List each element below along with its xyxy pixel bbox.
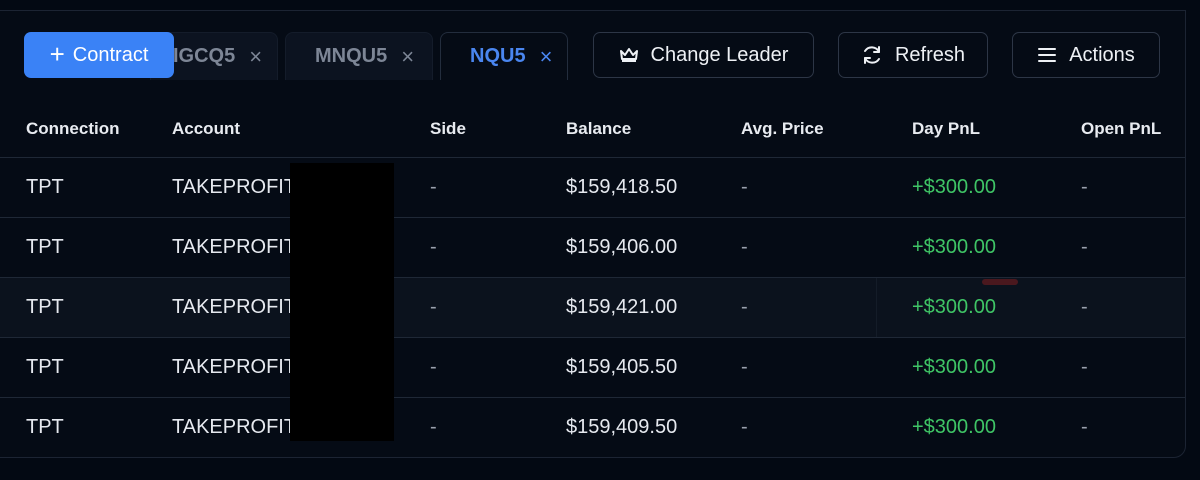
cell-balance: $159,421.00	[566, 296, 678, 318]
cell-avg-price: -	[741, 236, 748, 258]
column-header-balance[interactable]: Balance	[566, 100, 631, 157]
close-icon[interactable]: ×	[401, 44, 414, 70]
table-row[interactable]: TPT TAKEPROFIT - $159,421.00 - +$300.00 …	[0, 278, 1185, 338]
cell-open-pnl: -	[1081, 176, 1088, 198]
table-row[interactable]: TPT TAKEPROFIT - $159,406.00 - +$300.00 …	[0, 218, 1185, 278]
redaction-block	[290, 163, 394, 441]
table-header: Connection Account Side Balance Avg. Pri…	[0, 100, 1185, 158]
cell-side: -	[430, 176, 437, 198]
add-contract-button[interactable]: + Contract	[24, 32, 174, 78]
cell-connection: TPT	[26, 176, 64, 198]
cell-day-pnl: +$300.00	[912, 176, 996, 198]
cell-connection: TPT	[26, 236, 64, 258]
cell-balance: $159,406.00	[566, 236, 678, 258]
cell-day-pnl: +$300.00	[912, 356, 996, 378]
highlight-mark	[982, 279, 1018, 285]
column-header-side[interactable]: Side	[430, 100, 466, 157]
crown-icon	[619, 47, 639, 63]
cell-connection: TPT	[26, 296, 64, 318]
actions-button[interactable]: Actions	[1012, 32, 1160, 78]
column-header-avg-price[interactable]: Avg. Price	[741, 100, 824, 157]
column-header-connection[interactable]: Connection	[26, 100, 120, 157]
cell-side: -	[430, 356, 437, 378]
change-leader-button[interactable]: Change Leader	[593, 32, 814, 78]
cell-day-pnl: +$300.00	[912, 416, 996, 438]
column-header-open-pnl[interactable]: Open PnL	[1081, 100, 1161, 157]
cell-avg-price: -	[741, 176, 748, 198]
menu-icon	[1037, 47, 1057, 63]
close-icon[interactable]: ×	[249, 44, 262, 70]
cell-side: -	[430, 236, 437, 258]
cell-day-pnl: +$300.00	[912, 296, 996, 318]
add-contract-label: Contract	[72, 43, 149, 66]
refresh-button[interactable]: Refresh	[838, 32, 988, 78]
column-header-account[interactable]: Account	[172, 100, 240, 157]
plus-icon: +	[49, 38, 65, 69]
cell-balance: $159,418.50	[566, 176, 678, 198]
cell-connection: TPT	[26, 416, 64, 438]
tab-label: IGCQ5	[173, 45, 236, 67]
cell-account: TAKEPROFIT	[172, 176, 297, 198]
tab-label: MNQU5	[315, 45, 388, 67]
cell-account: TAKEPROFIT	[172, 416, 297, 438]
cell-open-pnl: -	[1081, 356, 1088, 378]
cell-avg-price: -	[741, 356, 748, 378]
cell-side: -	[430, 296, 437, 318]
cell-day-pnl: +$300.00	[912, 236, 996, 258]
tab-label: NQU5	[470, 45, 526, 67]
cell-balance: $159,405.50	[566, 356, 678, 378]
refresh-label: Refresh	[894, 43, 966, 66]
cell-open-pnl: -	[1081, 416, 1088, 438]
refresh-icon	[861, 44, 883, 66]
cell-open-pnl: -	[1081, 296, 1088, 318]
cell-avg-price: -	[741, 296, 748, 318]
column-header-day-pnl[interactable]: Day PnL	[912, 100, 980, 157]
close-icon[interactable]: ×	[540, 44, 553, 70]
cell-open-pnl: -	[1081, 236, 1088, 258]
actions-label: Actions	[1069, 43, 1135, 66]
change-leader-label: Change Leader	[650, 43, 789, 66]
cell-account: TAKEPROFIT	[172, 296, 297, 318]
table-row[interactable]: TPT TAKEPROFIT - $159,405.50 - +$300.00 …	[0, 338, 1185, 398]
table-row[interactable]: TPT TAKEPROFIT - $159,409.50 - +$300.00 …	[0, 398, 1185, 457]
tab-mnqu5[interactable]: MNQU5 ×	[285, 32, 433, 80]
cell-balance: $159,409.50	[566, 416, 678, 438]
cell-avg-price: -	[741, 416, 748, 438]
cell-account: TAKEPROFIT	[172, 236, 297, 258]
table-row[interactable]: TPT TAKEPROFIT - $159,418.50 - +$300.00 …	[0, 158, 1185, 218]
column-divider	[876, 278, 877, 337]
cell-side: -	[430, 416, 437, 438]
toolbar: IGCQ5 × MNQU5 × NQU5 × + Contract Change…	[0, 0, 1200, 100]
cell-account: TAKEPROFIT	[172, 356, 297, 378]
tab-nqu5[interactable]: NQU5 ×	[440, 32, 568, 80]
cell-connection: TPT	[26, 356, 64, 378]
